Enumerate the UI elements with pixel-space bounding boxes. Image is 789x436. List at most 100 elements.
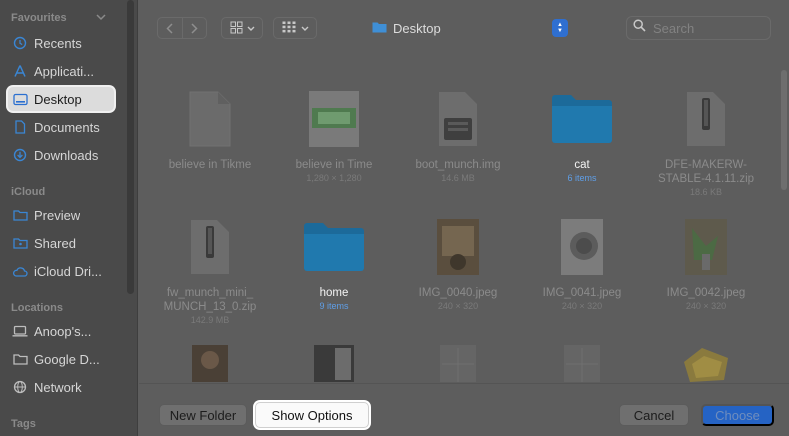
document-icon (11, 120, 29, 134)
folder-icon (372, 21, 387, 36)
folder-item[interactable]: home 9 items (274, 208, 394, 312)
sidebar-item-anoops-mac[interactable]: Anoop's... (8, 319, 114, 343)
photo-thumbnail (646, 344, 766, 382)
photo-thumbnail (646, 208, 766, 286)
file-name: IMG_0041.jpeg (542, 287, 622, 299)
document-thumbnail (150, 80, 270, 158)
sidebar-item-label: Google D... (34, 351, 100, 367)
favourites-header: Favourites (11, 12, 67, 24)
chevron-down-icon (247, 23, 255, 33)
applications-icon (11, 64, 29, 78)
sidebar-item-downloads[interactable]: Downloads (8, 143, 114, 167)
search-icon (633, 19, 646, 37)
icloud-header: iCloud (11, 186, 46, 198)
folder-meta: 6 items (567, 173, 597, 183)
chevron-down-icon (301, 23, 309, 33)
file-item[interactable] (398, 344, 518, 382)
toolbar: Desktop ▲ ▼ (139, 0, 789, 56)
chevron-down-icon[interactable] (96, 12, 106, 24)
shared-folder-icon (11, 237, 29, 249)
file-item[interactable]: DFE-MAKERW- STABLE-4.1.11.zip 18.6 KB (646, 80, 766, 198)
laptop-icon (11, 325, 29, 337)
zip-thumbnail (646, 80, 766, 158)
file-meta: 240 × 320 (685, 301, 727, 311)
show-options-button[interactable]: Show Options (255, 402, 369, 428)
folder-name: cat (574, 159, 590, 171)
sidebar-item-icloud-drive[interactable]: iCloud Dri... (8, 259, 114, 283)
sidebar-item-shared[interactable]: Shared (8, 231, 114, 255)
photo-thumbnail (274, 344, 394, 382)
bottom-bar: New Folder Show Options Cancel Choose (139, 383, 789, 436)
grid-scrollbar[interactable] (781, 70, 787, 190)
sidebar-item-preview[interactable]: Preview (8, 203, 114, 227)
folder-item[interactable]: cat 6 items (522, 80, 642, 184)
sidebar-item-label: Network (34, 379, 82, 395)
navigation-buttons (157, 17, 207, 39)
document-thumbnail (398, 344, 518, 382)
view-mode-button[interactable] (221, 17, 263, 39)
file-item[interactable]: IMG_0040.jpeg 240 × 320 (398, 208, 518, 312)
location-label: Desktop (393, 20, 441, 36)
file-name: boot_munch.img (415, 159, 501, 171)
file-item[interactable]: believe in Time 1,280 × 1,280 (274, 80, 394, 184)
choose-button[interactable]: Choose (701, 404, 774, 426)
file-item[interactable]: IMG_0042.jpeg 240 × 320 (646, 208, 766, 312)
file-item[interactable] (646, 344, 766, 382)
disk-image-thumbnail (398, 80, 518, 158)
file-item[interactable] (522, 344, 642, 382)
photo-thumbnail (398, 208, 518, 286)
sidebar-item-label: Documents (34, 119, 100, 135)
file-meta: 142.9 MB (190, 315, 230, 325)
sidebar-item-network[interactable]: Network (8, 375, 114, 399)
file-item[interactable] (274, 344, 394, 382)
file-name: DFE-MAKERW- STABLE-4.1.11.zip (657, 159, 755, 185)
folder-icon (522, 80, 642, 158)
sidebar: Favourites Recents Applicati... Desktop … (0, 0, 138, 436)
sidebar-item-google-drive[interactable]: Google D... (8, 347, 114, 371)
file-item[interactable]: believe in Tikme (150, 80, 270, 172)
sidebar-item-desktop[interactable]: Desktop (8, 87, 114, 111)
sidebar-item-applications[interactable]: Applicati... (8, 59, 114, 83)
file-name: believe in Tikme (168, 159, 252, 171)
sidebar-item-label: Anoop's... (34, 323, 92, 339)
sidebar-item-recents[interactable]: Recents (8, 31, 114, 55)
file-item[interactable] (150, 344, 270, 382)
file-name: fw_munch_mini_ MUNCH_13_0.zip (163, 287, 257, 313)
forward-button[interactable] (181, 18, 207, 38)
group-grid-icon (282, 21, 297, 35)
file-item[interactable]: IMG_0041.jpeg 240 × 320 (522, 208, 642, 312)
folder-icon (11, 209, 29, 221)
sidebar-item-label: iCloud Dri... (34, 263, 102, 279)
folder-meta: 9 items (319, 301, 349, 311)
zip-thumbnail (150, 208, 270, 286)
folder-icon (274, 208, 394, 286)
group-by-button[interactable] (273, 17, 317, 39)
search-input[interactable] (653, 20, 753, 36)
file-name: believe in Time (295, 159, 373, 171)
locations-header: Locations (11, 302, 63, 314)
globe-icon (11, 380, 29, 394)
sidebar-item-label: Applicati... (34, 63, 94, 79)
file-meta: 240 × 320 (561, 301, 603, 311)
desktop-icon (11, 93, 29, 106)
location-popup[interactable]: Desktop ▲ ▼ (364, 17, 571, 39)
sidebar-item-documents[interactable]: Documents (8, 115, 114, 139)
download-icon (11, 148, 29, 162)
sidebar-scrollbar[interactable] (127, 0, 134, 294)
file-item[interactable]: fw_munch_mini_ MUNCH_13_0.zip 142.9 MB (150, 208, 270, 326)
cancel-button[interactable]: Cancel (619, 404, 689, 426)
photo-thumbnail (522, 208, 642, 286)
file-meta: 14.6 MB (441, 173, 475, 183)
file-item[interactable]: boot_munch.img 14.6 MB (398, 80, 518, 184)
cloud-icon (11, 266, 29, 277)
file-grid: believe in Tikme believe in Time 1,280 ×… (139, 56, 779, 382)
drive-icon (11, 353, 29, 365)
icon-view-icon (230, 21, 243, 36)
new-folder-button[interactable]: New Folder (159, 404, 247, 426)
search-field[interactable] (626, 16, 771, 40)
sidebar-item-label: Shared (34, 235, 76, 251)
file-name: IMG_0042.jpeg (666, 287, 746, 299)
file-meta: 1,280 × 1,280 (306, 173, 362, 183)
sidebar-item-label: Downloads (34, 147, 99, 163)
back-button[interactable] (158, 18, 182, 38)
